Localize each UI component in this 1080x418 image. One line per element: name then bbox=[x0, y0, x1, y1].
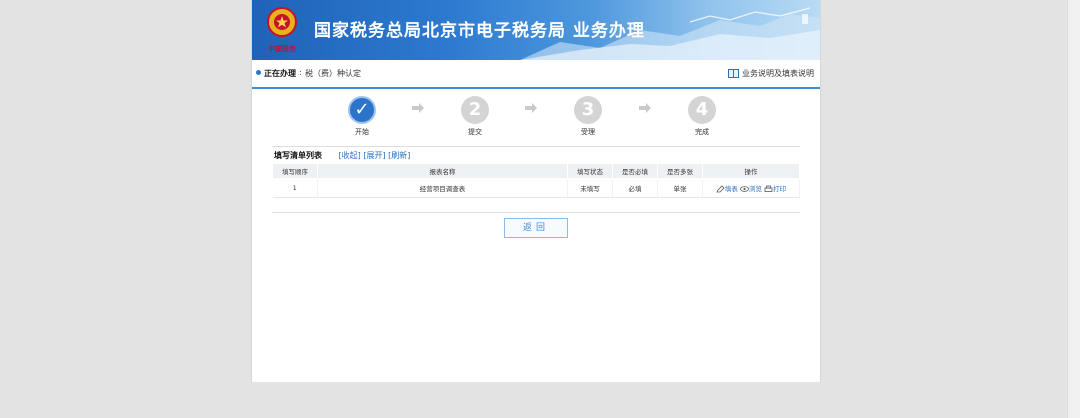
table-row: 1 经营项目调查表 未填写 必填 单张 填表 浏览 打印 bbox=[272, 178, 800, 198]
step-label: 完成 bbox=[695, 128, 709, 136]
bullet-icon bbox=[256, 70, 261, 75]
help-link[interactable]: 业务说明及填表说明 bbox=[728, 68, 814, 79]
step-start: ✓ 开始 bbox=[342, 96, 382, 137]
vertical-scrollbar[interactable] bbox=[1067, 0, 1080, 418]
step-number: 2 bbox=[461, 96, 489, 124]
back-button[interactable]: 返回 bbox=[504, 218, 568, 238]
fill-form-label: 填表 bbox=[724, 185, 738, 193]
step-complete: 4 完成 bbox=[682, 96, 722, 137]
view-action[interactable]: 浏览 bbox=[740, 185, 764, 193]
column-header: 填写顺序 bbox=[272, 163, 318, 179]
view-label: 浏览 bbox=[749, 185, 762, 193]
cell-multiple: 单张 bbox=[657, 178, 703, 198]
step-submit: 2 提交 bbox=[455, 96, 495, 137]
refresh-link[interactable]: 刷新 bbox=[391, 151, 407, 160]
cell-actions: 填表 浏览 打印 bbox=[702, 178, 800, 198]
cell-required: 必填 bbox=[612, 178, 658, 198]
step-number: 4 bbox=[688, 96, 716, 124]
step-check-icon: ✓ bbox=[348, 96, 376, 124]
form-list-header: 填写清单列表 [收起] [展开] [刷新] bbox=[274, 151, 411, 160]
help-link-label: 业务说明及填表说明 bbox=[742, 69, 814, 78]
eye-icon bbox=[740, 186, 749, 192]
cell-order: 1 bbox=[272, 178, 318, 198]
print-action[interactable]: 打印 bbox=[764, 185, 786, 193]
divider bbox=[272, 212, 800, 213]
step-label: 提交 bbox=[468, 128, 482, 136]
cell-form-name: 经营项目调查表 bbox=[317, 178, 568, 198]
arrow-right-icon bbox=[525, 103, 537, 113]
step-label: 受理 bbox=[581, 128, 595, 136]
cell-status: 未填写 bbox=[567, 178, 613, 198]
breadcrumb: 正在办理 : 税（费）种认定 业务说明及填表说明 bbox=[252, 60, 820, 89]
form-list-title: 填写清单列表 bbox=[274, 151, 322, 160]
printer-icon bbox=[764, 185, 773, 192]
collapse-link[interactable]: 收起 bbox=[342, 151, 358, 160]
header-banner: 中国税务 国家税务总局北京市电子税务局 业务办理 bbox=[252, 0, 820, 60]
arrow-right-icon bbox=[412, 103, 424, 113]
column-header: 是否必填 bbox=[612, 163, 658, 179]
step-label: 开始 bbox=[355, 128, 369, 136]
breadcrumb-label: 正在办理 bbox=[264, 69, 296, 78]
emblem-text: 中国税务 bbox=[268, 44, 297, 53]
step-accept: 3 受理 bbox=[568, 96, 608, 137]
pencil-icon bbox=[716, 185, 725, 193]
column-header: 操作 bbox=[702, 163, 800, 179]
step-number: 3 bbox=[574, 96, 602, 124]
print-label: 打印 bbox=[773, 185, 787, 193]
form-list-table: 填写顺序 报表名称 填写状态 是否必填 是否多张 操作 1 经营项目调查表 未填… bbox=[272, 163, 800, 198]
book-icon bbox=[728, 69, 739, 78]
arrow-right-icon bbox=[639, 103, 651, 113]
column-header: 是否多张 bbox=[657, 163, 703, 179]
progress-steps: ✓ 开始 2 提交 3 受理 4 完成 bbox=[252, 96, 820, 138]
column-header: 报表名称 bbox=[317, 163, 568, 179]
divider bbox=[272, 146, 800, 147]
page-title: 国家税务总局北京市电子税务局 业务办理 bbox=[314, 21, 645, 41]
expand-link[interactable]: 展开 bbox=[366, 151, 382, 160]
breadcrumb-current: 税（费）种认定 bbox=[305, 69, 361, 78]
column-header: 填写状态 bbox=[567, 163, 613, 179]
tax-emblem-icon: 中国税务 bbox=[267, 7, 297, 53]
fill-form-action[interactable]: 填表 bbox=[716, 185, 740, 193]
breadcrumb-colon: : bbox=[299, 68, 302, 77]
table-header-row: 填写顺序 报表名称 填写状态 是否必填 是否多张 操作 bbox=[272, 163, 800, 179]
main-page: 中国税务 国家税务总局北京市电子税务局 业务办理 正在办理 : 税（费）种认定 … bbox=[251, 0, 821, 382]
